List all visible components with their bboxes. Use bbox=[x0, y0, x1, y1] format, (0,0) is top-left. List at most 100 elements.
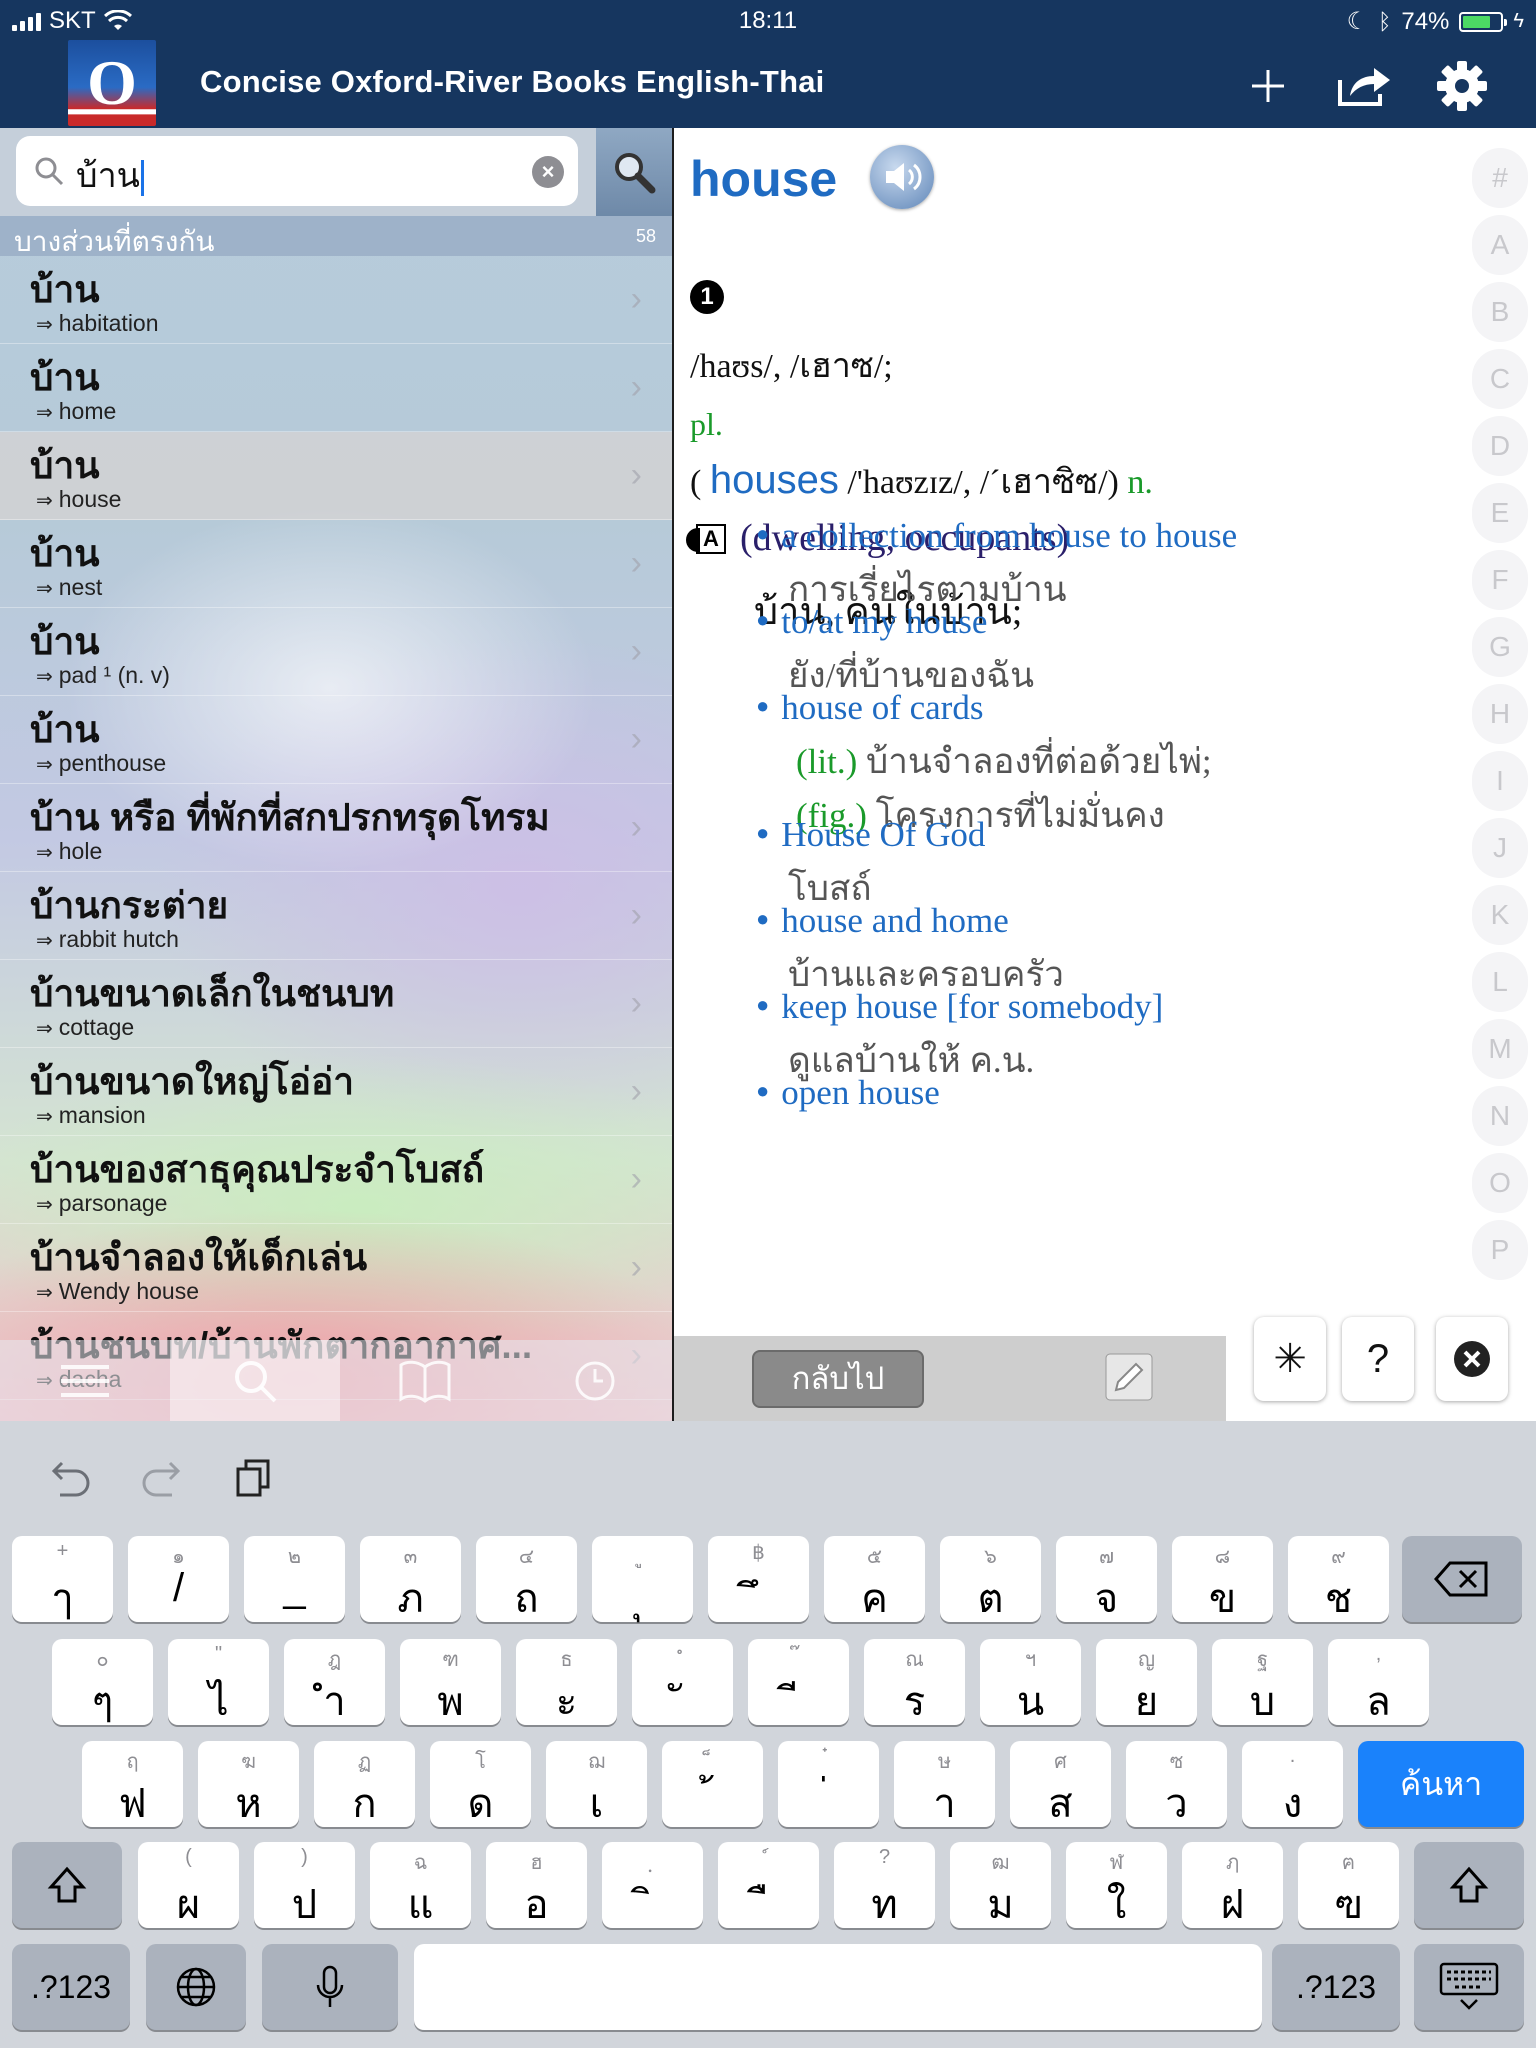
index-letter[interactable]: K bbox=[1472, 885, 1528, 945]
key[interactable]: ษา bbox=[894, 1741, 995, 1827]
key[interactable]: ๘ข bbox=[1172, 1536, 1273, 1622]
add-button[interactable] bbox=[1238, 56, 1298, 116]
result-row[interactable]: บ้าน หรือ ที่พักที่สกปรกทรุดโทรม ⇒ hole › bbox=[0, 784, 672, 872]
dictation-key[interactable] bbox=[262, 1944, 398, 2030]
key[interactable]: ๗จ bbox=[1056, 1536, 1157, 1622]
key[interactable]: ํั bbox=[632, 1639, 733, 1725]
index-letter[interactable]: P bbox=[1472, 1220, 1528, 1280]
example-phrase[interactable]: ● to/at my house bbox=[756, 602, 987, 642]
example-phrase[interactable]: ● house of cards bbox=[756, 688, 983, 728]
example-phrase[interactable]: ● keep house [for somebody] bbox=[756, 987, 1163, 1027]
delete-key[interactable] bbox=[1402, 1536, 1522, 1622]
key[interactable]: ูุ bbox=[592, 1536, 693, 1622]
index-letter[interactable]: N bbox=[1472, 1086, 1528, 1146]
tab-bookmarks[interactable] bbox=[340, 1340, 510, 1421]
result-row[interactable]: บ้าน ⇒ house › bbox=[0, 432, 672, 520]
key[interactable]: ฒม bbox=[950, 1842, 1051, 1928]
tab-search[interactable] bbox=[170, 1340, 340, 1421]
result-row[interactable]: บ้าน ⇒ home › bbox=[0, 344, 672, 432]
key[interactable]: ฅฃ bbox=[1298, 1842, 1399, 1928]
redo-icon[interactable] bbox=[140, 1457, 186, 1497]
search-button[interactable] bbox=[596, 128, 672, 216]
key[interactable]: ฐบ bbox=[1212, 1639, 1313, 1725]
key[interactable]: ซว bbox=[1126, 1741, 1227, 1827]
index-letter[interactable]: H bbox=[1472, 684, 1528, 744]
undo-icon[interactable] bbox=[46, 1457, 92, 1497]
key[interactable]: ฎำ bbox=[284, 1639, 385, 1725]
key[interactable]: ๖ต bbox=[940, 1536, 1041, 1622]
index-letter[interactable]: D bbox=[1472, 416, 1528, 476]
edit-button[interactable] bbox=[1104, 1352, 1154, 1407]
clear-button[interactable] bbox=[1436, 1317, 1508, 1401]
result-row[interactable]: บ้าน ⇒ nest › bbox=[0, 520, 672, 608]
index-letter[interactable]: O bbox=[1472, 1153, 1528, 1213]
index-letter[interactable]: J bbox=[1472, 818, 1528, 878]
back-button[interactable]: กลับไป bbox=[752, 1350, 924, 1408]
key[interactable]: ์ื bbox=[718, 1842, 819, 1928]
key[interactable]: ฬใ bbox=[1066, 1842, 1167, 1928]
tab-history[interactable] bbox=[510, 1340, 672, 1421]
key[interactable]: ๑/ bbox=[128, 1536, 229, 1622]
index-letter[interactable]: C bbox=[1472, 349, 1528, 409]
shift-key-right[interactable] bbox=[1414, 1842, 1524, 1928]
wildcard-question-button[interactable]: ? bbox=[1342, 1317, 1414, 1401]
index-letter[interactable]: G bbox=[1472, 617, 1528, 677]
paste-icon[interactable] bbox=[234, 1457, 274, 1497]
key[interactable]: ญย bbox=[1096, 1639, 1197, 1725]
key[interactable]: ฤฟ bbox=[82, 1741, 183, 1827]
result-row[interactable]: บ้านของสาธุคุณประจำโบสถ์ ⇒ parsonage › bbox=[0, 1136, 672, 1224]
numbers-key-left[interactable]: .?123 bbox=[12, 1944, 130, 2030]
key[interactable]: ๕ค bbox=[824, 1536, 925, 1622]
key[interactable]: ๒ _ bbox=[244, 1536, 345, 1622]
result-row[interactable]: บ้าน ⇒ habitation › bbox=[0, 256, 672, 344]
key[interactable]: ๋่ bbox=[778, 1741, 879, 1827]
key[interactable]: ฏก bbox=[314, 1741, 415, 1827]
key[interactable]: ฉแ bbox=[370, 1842, 471, 1928]
example-phrase[interactable]: ● house and home bbox=[756, 901, 1009, 941]
plural-word[interactable]: houses bbox=[710, 458, 839, 502]
key[interactable]: + ๅ bbox=[12, 1536, 113, 1622]
space-key[interactable] bbox=[414, 1944, 1262, 2030]
index-letter[interactable]: # bbox=[1472, 148, 1528, 208]
key[interactable]: .ง bbox=[1242, 1741, 1343, 1827]
index-letter[interactable]: A bbox=[1472, 215, 1528, 275]
key[interactable]: ฿ึ bbox=[708, 1536, 809, 1622]
result-row[interactable]: บ้านขนาดเล็กในชนบท ⇒ cottage › bbox=[0, 960, 672, 1048]
pronounce-button[interactable] bbox=[870, 145, 934, 209]
result-row[interactable]: บ้านจำลองให้เด็กเล่น ⇒ Wendy house › bbox=[0, 1224, 672, 1312]
wildcard-star-button[interactable]: ✳ bbox=[1254, 1317, 1326, 1401]
index-letter[interactable]: I bbox=[1472, 751, 1528, 811]
tab-menu[interactable] bbox=[0, 1340, 170, 1421]
key[interactable]: ๊ี bbox=[748, 1639, 849, 1725]
index-letter[interactable]: F bbox=[1472, 550, 1528, 610]
result-row[interactable]: บ้าน ⇒ pad ¹ (n. v) › bbox=[0, 608, 672, 696]
key[interactable]: ? ท bbox=[834, 1842, 935, 1928]
result-row[interactable]: บ้านกระต่าย ⇒ rabbit hutch › bbox=[0, 872, 672, 960]
example-phrase[interactable]: ● House Of God bbox=[756, 815, 985, 855]
index-letter[interactable]: M bbox=[1472, 1019, 1528, 1079]
search-input[interactable]: บ้าน × bbox=[16, 136, 578, 206]
key[interactable]: ศส bbox=[1010, 1741, 1111, 1827]
example-phrase[interactable]: ● a collection from house to house bbox=[756, 516, 1237, 556]
share-button[interactable] bbox=[1334, 56, 1394, 116]
key[interactable]: โด bbox=[430, 1741, 531, 1827]
key[interactable]: ็้ bbox=[662, 1741, 763, 1827]
key[interactable]: (ผ bbox=[138, 1842, 239, 1928]
key[interactable]: ๓ภ bbox=[360, 1536, 461, 1622]
key[interactable]: ฌเ bbox=[546, 1741, 647, 1827]
globe-key[interactable] bbox=[146, 1944, 246, 2030]
example-phrase[interactable]: ● open house bbox=[756, 1073, 940, 1113]
index-letter[interactable]: B bbox=[1472, 282, 1528, 342]
result-row[interactable]: บ้าน ⇒ penthouse › bbox=[0, 696, 672, 784]
key[interactable]: ๔ถ bbox=[476, 1536, 577, 1622]
key[interactable]: ฆห bbox=[198, 1741, 299, 1827]
numbers-key-right[interactable]: .?123 bbox=[1272, 1944, 1400, 2030]
settings-button[interactable] bbox=[1432, 56, 1492, 116]
key[interactable]: ,ล bbox=[1328, 1639, 1429, 1725]
key[interactable]: ๙ช bbox=[1288, 1536, 1389, 1622]
clear-search-button[interactable]: × bbox=[532, 156, 564, 188]
shift-key-left[interactable] bbox=[12, 1842, 122, 1928]
hide-keyboard-key[interactable] bbox=[1414, 1944, 1524, 2030]
search-key[interactable]: ค้นหา bbox=[1358, 1741, 1524, 1827]
key[interactable]: ) ป bbox=[254, 1842, 355, 1928]
